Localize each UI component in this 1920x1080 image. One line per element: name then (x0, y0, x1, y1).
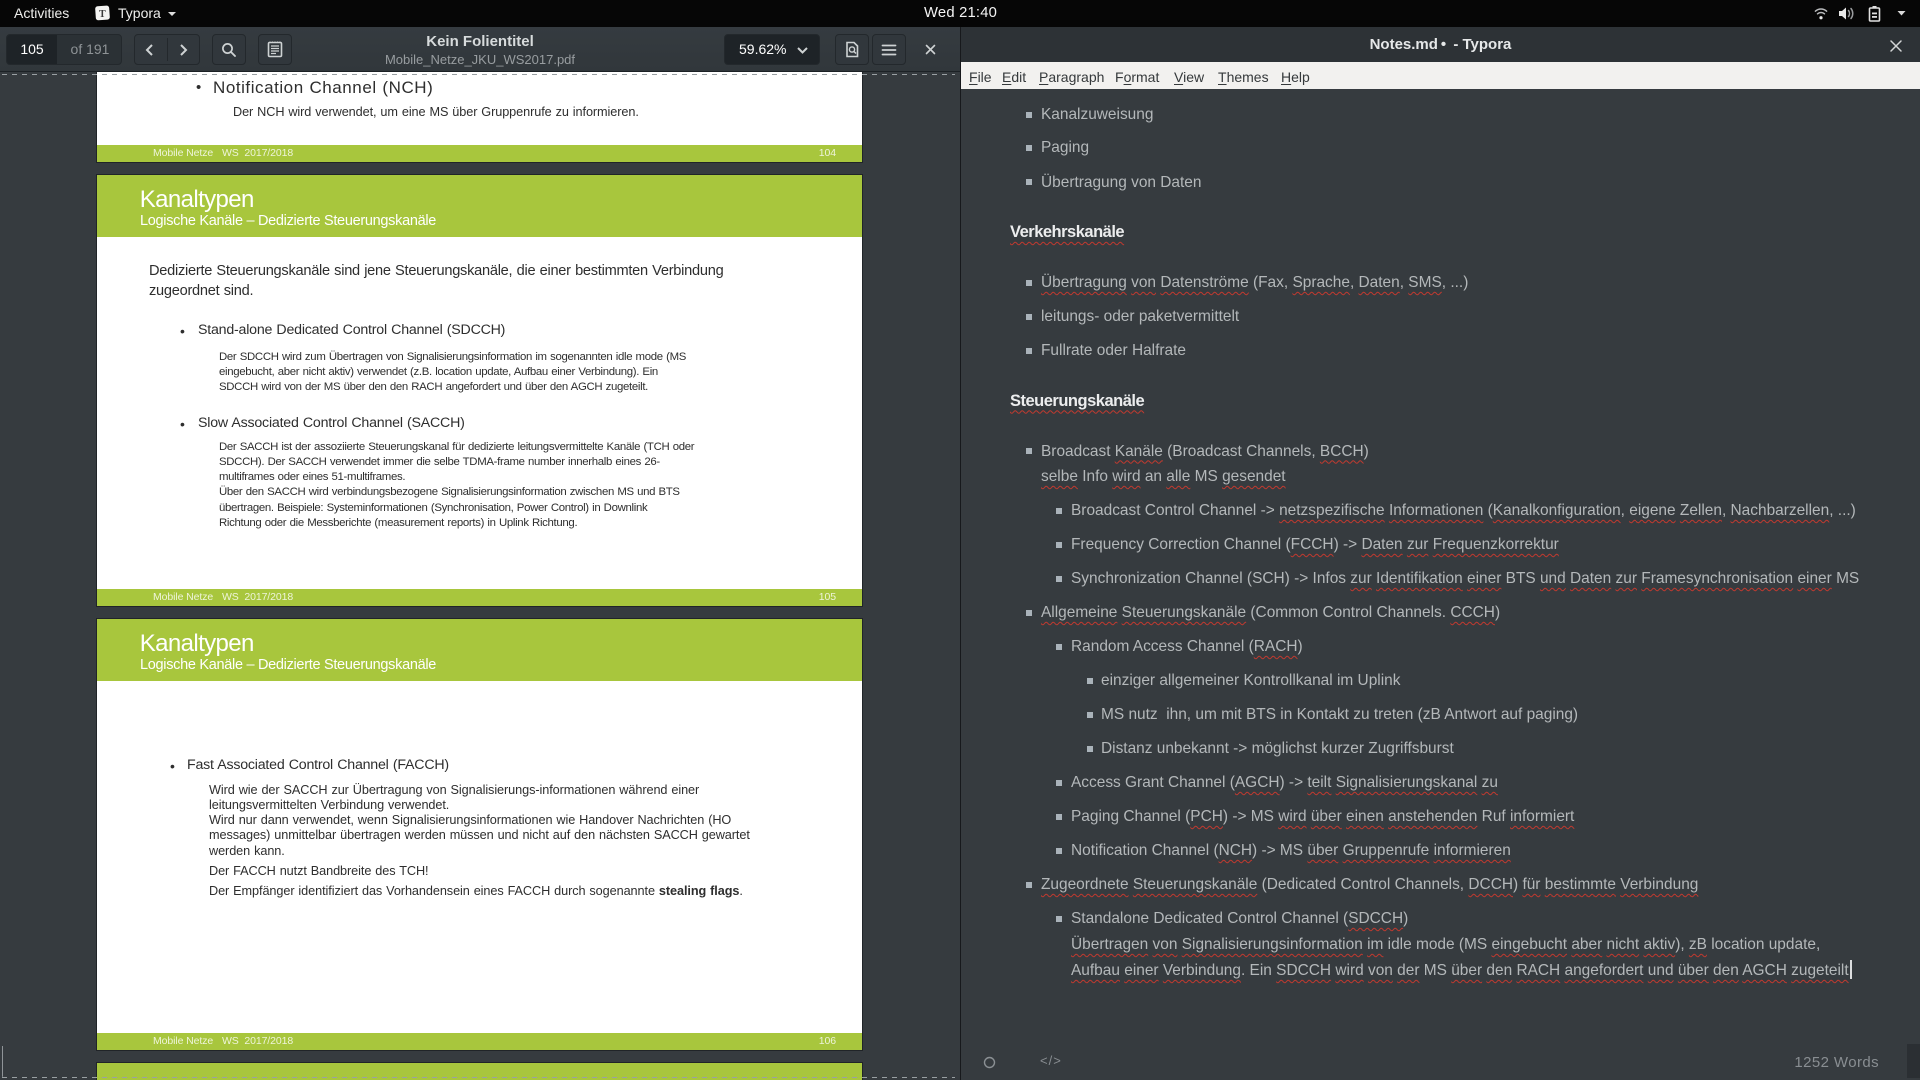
svg-text:T: T (99, 9, 106, 20)
